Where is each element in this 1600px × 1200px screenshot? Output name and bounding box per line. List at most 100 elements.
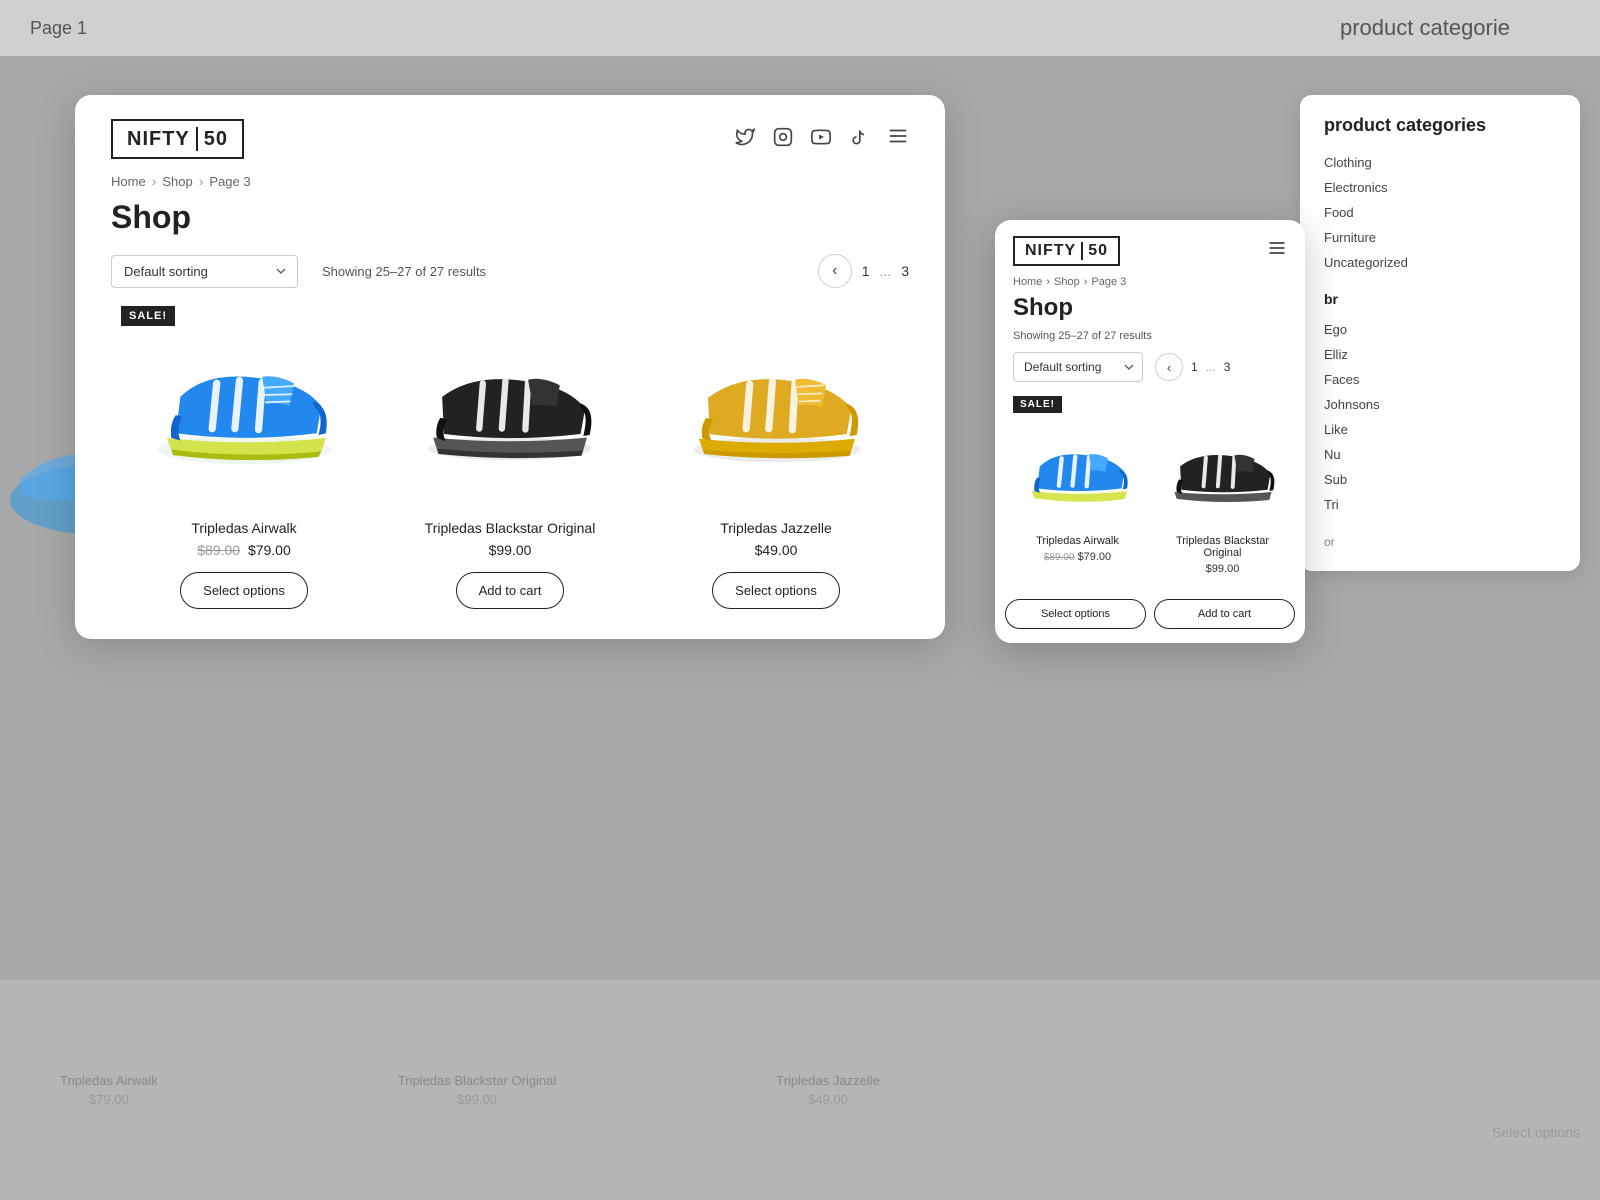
- or-divider: or: [1324, 533, 1556, 551]
- bg-select-options: Select options: [1492, 1124, 1600, 1140]
- mobile-products-grid: Tripledas Airwalk $89.00 $79.00: [995, 413, 1305, 599]
- product-card-airwalk: SALE!: [111, 306, 377, 609]
- product-image-airwalk: [121, 306, 367, 506]
- shop-title: Shop: [75, 189, 945, 236]
- price-jazzelle: $49.00: [755, 542, 798, 558]
- page-dots: ...: [880, 263, 892, 279]
- mobile-product-image-blackstar: [1156, 417, 1289, 527]
- mobile-product-card-blackstar: Tripledas Blackstar Original $99.00: [1150, 417, 1295, 585]
- mobile-breadcrumb-shop[interactable]: Shop: [1054, 276, 1080, 288]
- bg-bottom-product-2: Tripledas Blackstar Original $99.00: [398, 1073, 556, 1107]
- brand-elliz[interactable]: Elliz: [1324, 342, 1556, 367]
- brand-ego[interactable]: Ego: [1324, 317, 1556, 342]
- bg-product-1-price: $79.00: [89, 1092, 129, 1107]
- mobile-prev-page-btn[interactable]: ‹: [1155, 353, 1183, 381]
- page-num-1: 1: [862, 263, 870, 279]
- bg-product-2-price: $99.00: [457, 1092, 497, 1107]
- product-card-blackstar: Tripledas Blackstar Original $99.00 Add …: [377, 306, 643, 609]
- mobile-product-name-blackstar: Tripledas Blackstar Original: [1156, 535, 1289, 559]
- logo-divider: [196, 127, 198, 151]
- sort-select[interactable]: Default sorting Sort by popularity Sort …: [111, 255, 298, 288]
- brand-nu[interactable]: Nu: [1324, 442, 1556, 467]
- product-name-airwalk: Tripledas Airwalk: [191, 520, 296, 536]
- bg-product-2-name: Tripledas Blackstar Original: [398, 1073, 556, 1088]
- product-price-airwalk: $89.00 $79.00: [197, 542, 291, 558]
- product-price-blackstar: $99.00: [489, 542, 532, 558]
- mobile-sort-select[interactable]: Default sorting: [1013, 352, 1143, 382]
- bg-left-shoe: [0, 400, 80, 550]
- mobile-breadcrumb-page: Page 3: [1091, 276, 1126, 288]
- bg-bottom-bar: Tripledas Airwalk $79.00 Tripledas Black…: [0, 980, 1600, 1200]
- social-icons: [735, 125, 909, 153]
- breadcrumb-shop[interactable]: Shop: [162, 174, 192, 189]
- brand-johnsons[interactable]: Johnsons: [1324, 392, 1556, 417]
- cat-electronics[interactable]: Electronics: [1324, 175, 1556, 200]
- select-options-btn-jazzelle[interactable]: Select options: [712, 572, 840, 609]
- sale-price-airwalk: $79.00: [248, 542, 291, 558]
- logo: NIFTY 50: [111, 119, 244, 159]
- mobile-menu-icon[interactable]: [1267, 238, 1287, 264]
- instagram-icon[interactable]: [773, 127, 793, 152]
- product-card-jazzelle: Tripledas Jazzelle $49.00 Select options: [643, 306, 909, 609]
- bg-bottom-product-3: Tripledas Jazzelle $49.00: [776, 1073, 880, 1107]
- mobile-breadcrumb: Home › Shop › Page 3: [995, 266, 1305, 288]
- pagination: ‹ 1 ... 3: [818, 254, 909, 288]
- mobile-sale-badge: SALE!: [1013, 396, 1062, 413]
- mobile-logo-part2: 50: [1088, 242, 1108, 260]
- bg-bottom-product-1: Tripledas Airwalk $79.00: [60, 1073, 158, 1107]
- mobile-modal: NIFTY 50 Home › Shop › Page 3 Shop Showi…: [995, 220, 1305, 643]
- brand-faces[interactable]: Faces: [1324, 367, 1556, 392]
- mobile-page-dots: ...: [1206, 360, 1216, 374]
- cat-clothing[interactable]: Clothing: [1324, 150, 1556, 175]
- brand-tri[interactable]: Tri: [1324, 492, 1556, 517]
- mobile-sale-price-airwalk: $79.00: [1078, 551, 1112, 563]
- mobile-result-count: Showing 25–27 of 27 results: [995, 322, 1305, 342]
- mobile-product-price-airwalk: $89.00 $79.00: [1044, 551, 1111, 563]
- mobile-select-options-btn[interactable]: Select options: [1005, 599, 1146, 629]
- products-grid: SALE!: [75, 306, 945, 639]
- twitter-icon[interactable]: [735, 127, 755, 152]
- modal-header: NIFTY 50: [75, 95, 945, 159]
- select-options-btn-airwalk[interactable]: Select options: [180, 572, 308, 609]
- result-count: Showing 25–27 of 27 results: [322, 264, 486, 279]
- mobile-breadcrumb-sep2: ›: [1084, 276, 1088, 288]
- mobile-logo: NIFTY 50: [1013, 236, 1120, 266]
- page-num-last: 3: [901, 263, 909, 279]
- brand-sub[interactable]: Sub: [1324, 467, 1556, 492]
- mobile-logo-divider: [1081, 242, 1083, 260]
- sidebar-panel: product categories Clothing Electronics …: [1300, 95, 1580, 571]
- cat-food[interactable]: Food: [1324, 200, 1556, 225]
- brand-like[interactable]: Like: [1324, 417, 1556, 442]
- product-name-jazzelle: Tripledas Jazzelle: [720, 520, 832, 536]
- mobile-page-num-last: 3: [1224, 360, 1231, 374]
- mobile-breadcrumb-home[interactable]: Home: [1013, 276, 1042, 288]
- bg-product-1-name: Tripledas Airwalk: [60, 1073, 158, 1088]
- bg-right-title: product categorie: [1340, 15, 1570, 41]
- mobile-original-price-airwalk: $89.00: [1044, 552, 1075, 563]
- mobile-logo-part1: NIFTY: [1025, 242, 1076, 260]
- product-image-blackstar: [387, 306, 633, 506]
- cat-uncategorized[interactable]: Uncategorized: [1324, 250, 1556, 275]
- mobile-pagination: ‹ 1 ... 3: [1155, 353, 1230, 381]
- breadcrumb-home[interactable]: Home: [111, 174, 146, 189]
- brands-title: br: [1324, 291, 1556, 307]
- menu-hamburger-icon[interactable]: [887, 125, 909, 153]
- sidebar-panel-title: product categories: [1324, 115, 1556, 136]
- sale-badge-airwalk: SALE!: [121, 306, 175, 326]
- mobile-product-image-airwalk: [1011, 417, 1144, 527]
- mobile-add-to-cart-btn[interactable]: Add to cart: [1154, 599, 1295, 629]
- prev-page-btn[interactable]: ‹: [818, 254, 852, 288]
- mobile-product-price-blackstar: $99.00: [1206, 563, 1240, 575]
- add-to-cart-btn-blackstar[interactable]: Add to cart: [456, 572, 565, 609]
- youtube-icon[interactable]: [811, 127, 831, 152]
- cat-furniture[interactable]: Furniture: [1324, 225, 1556, 250]
- breadcrumb-page: Page 3: [209, 174, 250, 189]
- breadcrumb-sep-1: ›: [152, 173, 157, 189]
- bg-tab-label: Page 1: [30, 18, 87, 39]
- product-image-jazzelle: [653, 306, 899, 506]
- logo-part2: 50: [204, 128, 228, 151]
- main-modal: NIFTY 50: [75, 95, 945, 639]
- original-price-airwalk: $89.00: [197, 542, 240, 558]
- tiktok-icon[interactable]: [849, 127, 869, 152]
- mobile-breadcrumb-sep1: ›: [1046, 276, 1050, 288]
